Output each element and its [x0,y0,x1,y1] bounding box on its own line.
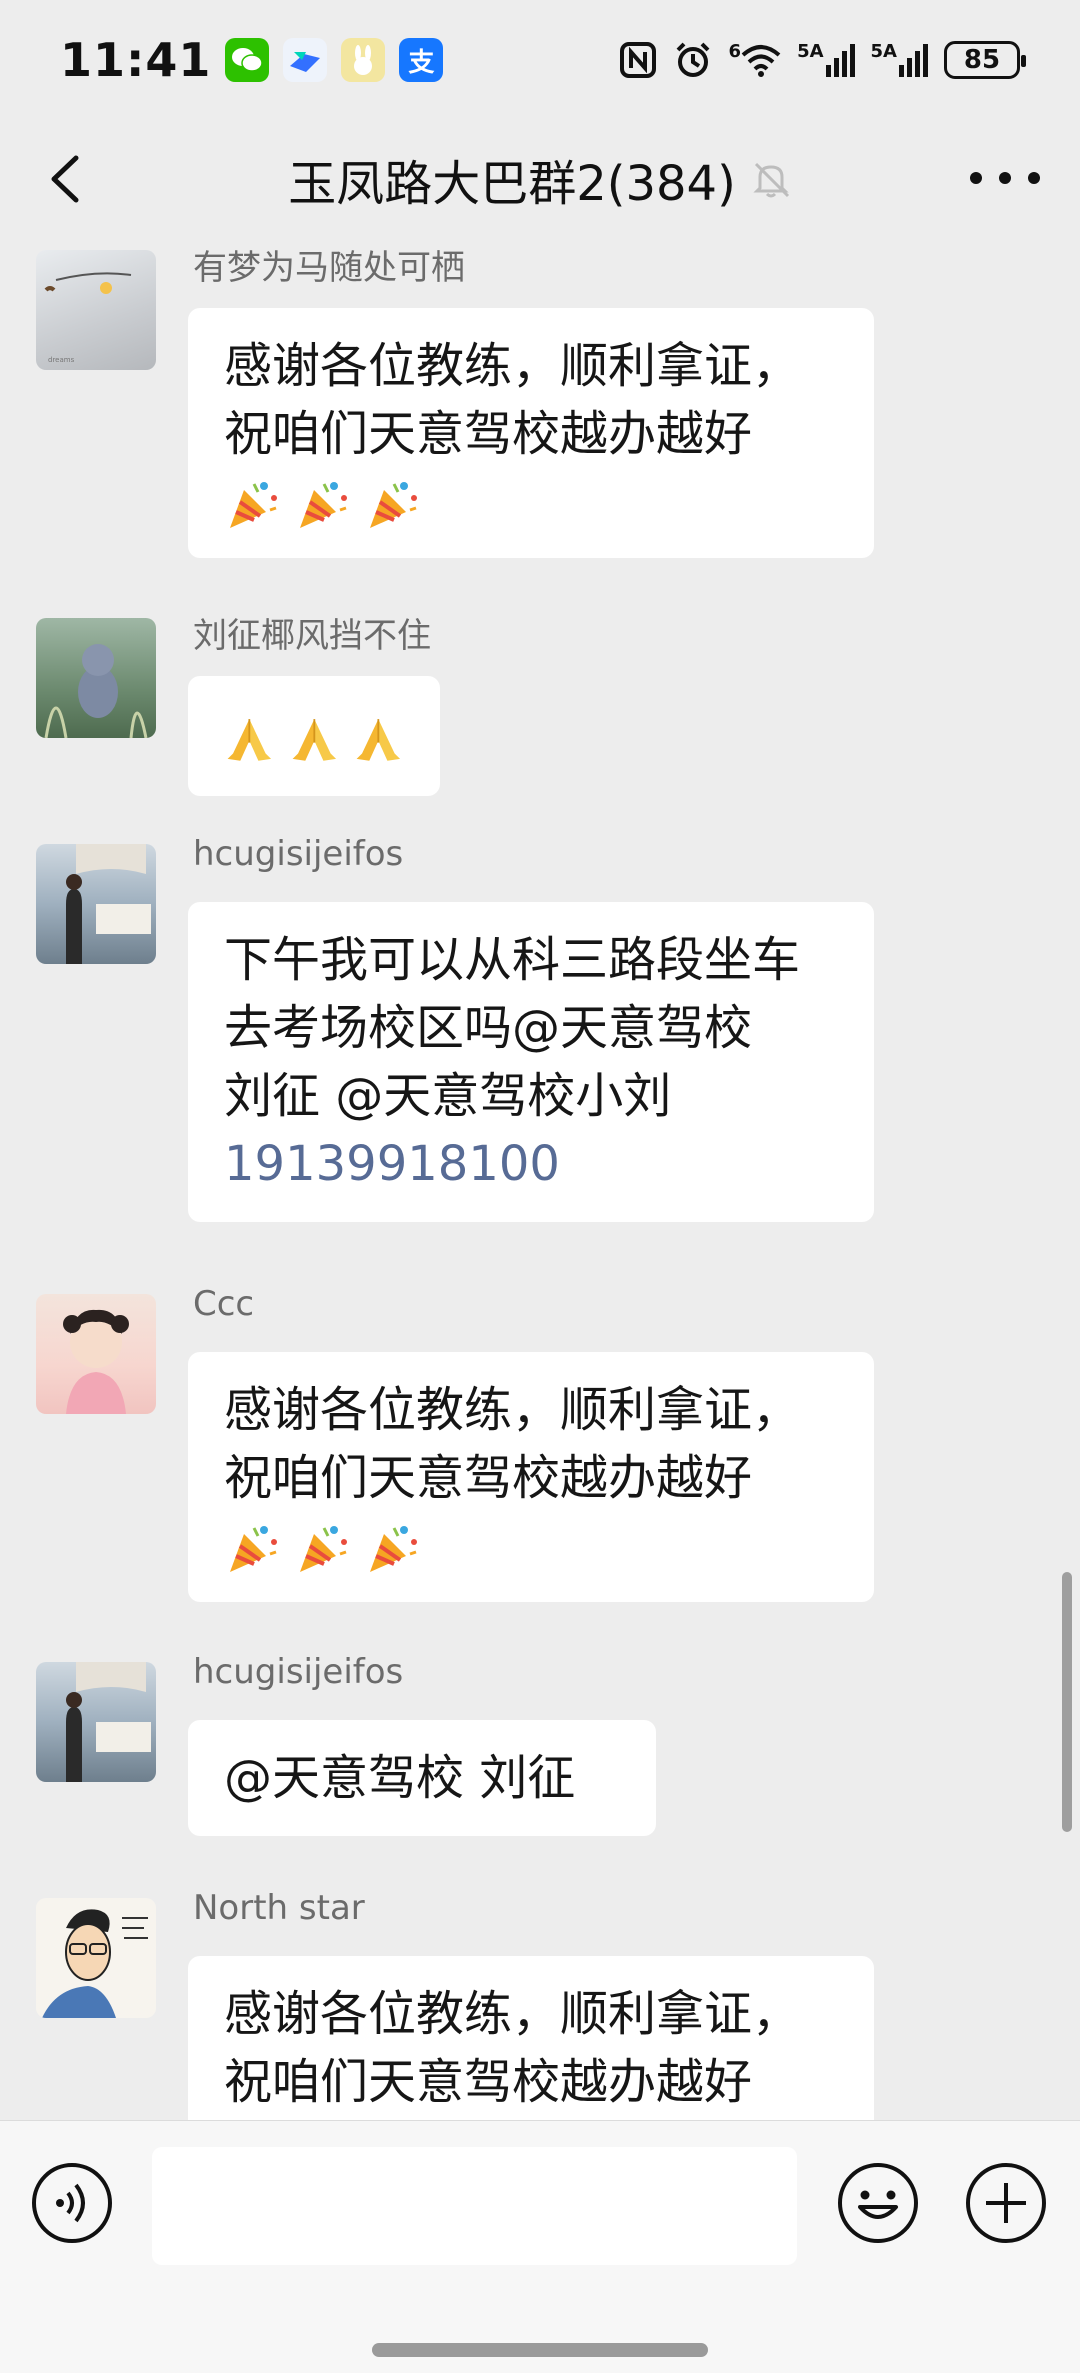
pray-icon [356,719,401,761]
more-functions-button[interactable] [964,2161,1048,2245]
signal-sim1: 5A [797,41,855,77]
more-options-button[interactable] [970,158,1040,198]
emoji-button[interactable] [836,2161,920,2245]
input-bar [0,2120,1080,2373]
message-text-line: 祝咱们天意驾校越办越好 [224,406,753,462]
emoji-row [224,706,404,772]
emoji-row [224,468,838,534]
message-text-line: 下午我可以从科三路段坐车 [224,932,801,988]
signal-label-sim1: 5A [797,41,824,62]
5g-signal-icon [825,43,855,77]
voice-input-button[interactable] [30,2161,114,2245]
message-text-line: 祝咱们天意驾校越办越好 [224,1450,753,1506]
wifi-label: 6 [728,41,742,62]
sender-name: hcugisijeifos [193,1652,404,1692]
group-title: 玉凤路大巴群2(384) [288,156,736,212]
rabbit-app-icon [341,38,386,82]
message-text-line: 去考场校区吗@天意驾校 [224,1000,753,1056]
pray-icon [292,719,336,761]
sender-name: North star [193,1888,365,1928]
wifi-icon [741,45,781,77]
sender-name: 有梦为马随处可栖 [193,248,465,288]
party-popper-icon [300,1526,347,1572]
avatar[interactable] [36,1898,156,2018]
pray-icon [227,719,272,761]
party-popper-icon [230,482,277,528]
message-bubble[interactable] [188,676,440,796]
chat-message-list[interactable]: dreams 有梦为马随处可栖 感谢各位教练，顺利拿证， 祝咱们天意驾校越办越好… [0,238,1080,2120]
title-wrap: 玉凤路大巴群2(384) [288,144,792,214]
message-text-line: 刘征 @天意驾校小刘 [224,1068,672,1124]
voice-icon [32,2163,112,2243]
sender-name: 刘征椰风挡不住 [193,616,431,656]
sender-name: Ccc [193,1284,255,1324]
svg-text:dreams: dreams [48,356,75,364]
message-input[interactable] [152,2147,797,2265]
avatar[interactable]: dreams [36,250,156,370]
party-popper-icon [370,482,417,528]
emoji-row [224,1512,838,1578]
message-bubble[interactable]: @天意驾校 刘征 [188,1720,656,1836]
message-bubble[interactable]: 感谢各位教练，顺利拿证， 祝咱们天意驾校越办越好 [188,1352,874,1602]
avatar[interactable] [36,1294,156,1414]
dot-icon [970,172,982,184]
chat-header: 玉凤路大巴群2(384) [0,120,1080,238]
mute-bell-icon [753,162,789,198]
message-text-line: @天意驾校 刘征 [224,1750,576,1806]
message-text-line: 感谢各位教练，顺利拿证， [224,338,801,394]
chat-scrollbar[interactable] [1062,1572,1072,1832]
status-right: 6 5A 5A 85 [619,40,1026,80]
5g-signal-icon [899,43,928,77]
party-popper-icon [370,1526,417,1572]
avatar[interactable] [36,844,156,964]
battery-indicator: 85 [944,41,1026,79]
alarm-icon [676,42,709,77]
wechat-icon [225,38,270,82]
status-bar: 11:41 支 6 5A 5A 85 [0,0,1080,120]
chevron-left-icon [51,155,79,203]
alipay-icon: 支 [399,38,444,82]
avatar[interactable] [36,1662,156,1782]
dot-icon [999,172,1011,184]
phone-link[interactable]: 19139918100 [224,1130,838,1198]
feishu-icon [283,38,328,82]
message-bubble[interactable]: 感谢各位教练，顺利拿证， 祝咱们天意驾校越办越好 [188,308,874,558]
dot-icon [1028,172,1040,184]
signal-label-sim2: 5A [870,41,897,62]
status-left: 11:41 支 [60,33,444,87]
avatar[interactable] [36,618,156,738]
message-text-line: 感谢各位教练，顺利拿证， [224,1986,801,2042]
message-bubble[interactable]: 下午我可以从科三路段坐车 去考场校区吗@天意驾校 刘征 @天意驾校小刘 1913… [188,902,874,1222]
back-button[interactable] [38,144,98,214]
message-text-line: 祝咱们天意驾校越办越好 [224,2054,753,2110]
smiley-icon [838,2163,918,2243]
message-text-line: 感谢各位教练，顺利拿证， [224,1382,801,1438]
wifi-indicator: 6 [729,43,782,77]
party-popper-icon [230,1526,277,1572]
message-bubble[interactable]: 感谢各位教练，顺利拿证， 祝咱们天意驾校越办越好 [188,1956,874,2120]
sender-name: hcugisijeifos [193,834,404,874]
plus-icon [966,2163,1046,2243]
status-time: 11:41 [60,33,212,87]
nfc-icon [619,42,656,78]
signal-sim2: 5A [871,43,928,77]
party-popper-icon [300,482,347,528]
home-indicator[interactable] [372,2343,708,2357]
